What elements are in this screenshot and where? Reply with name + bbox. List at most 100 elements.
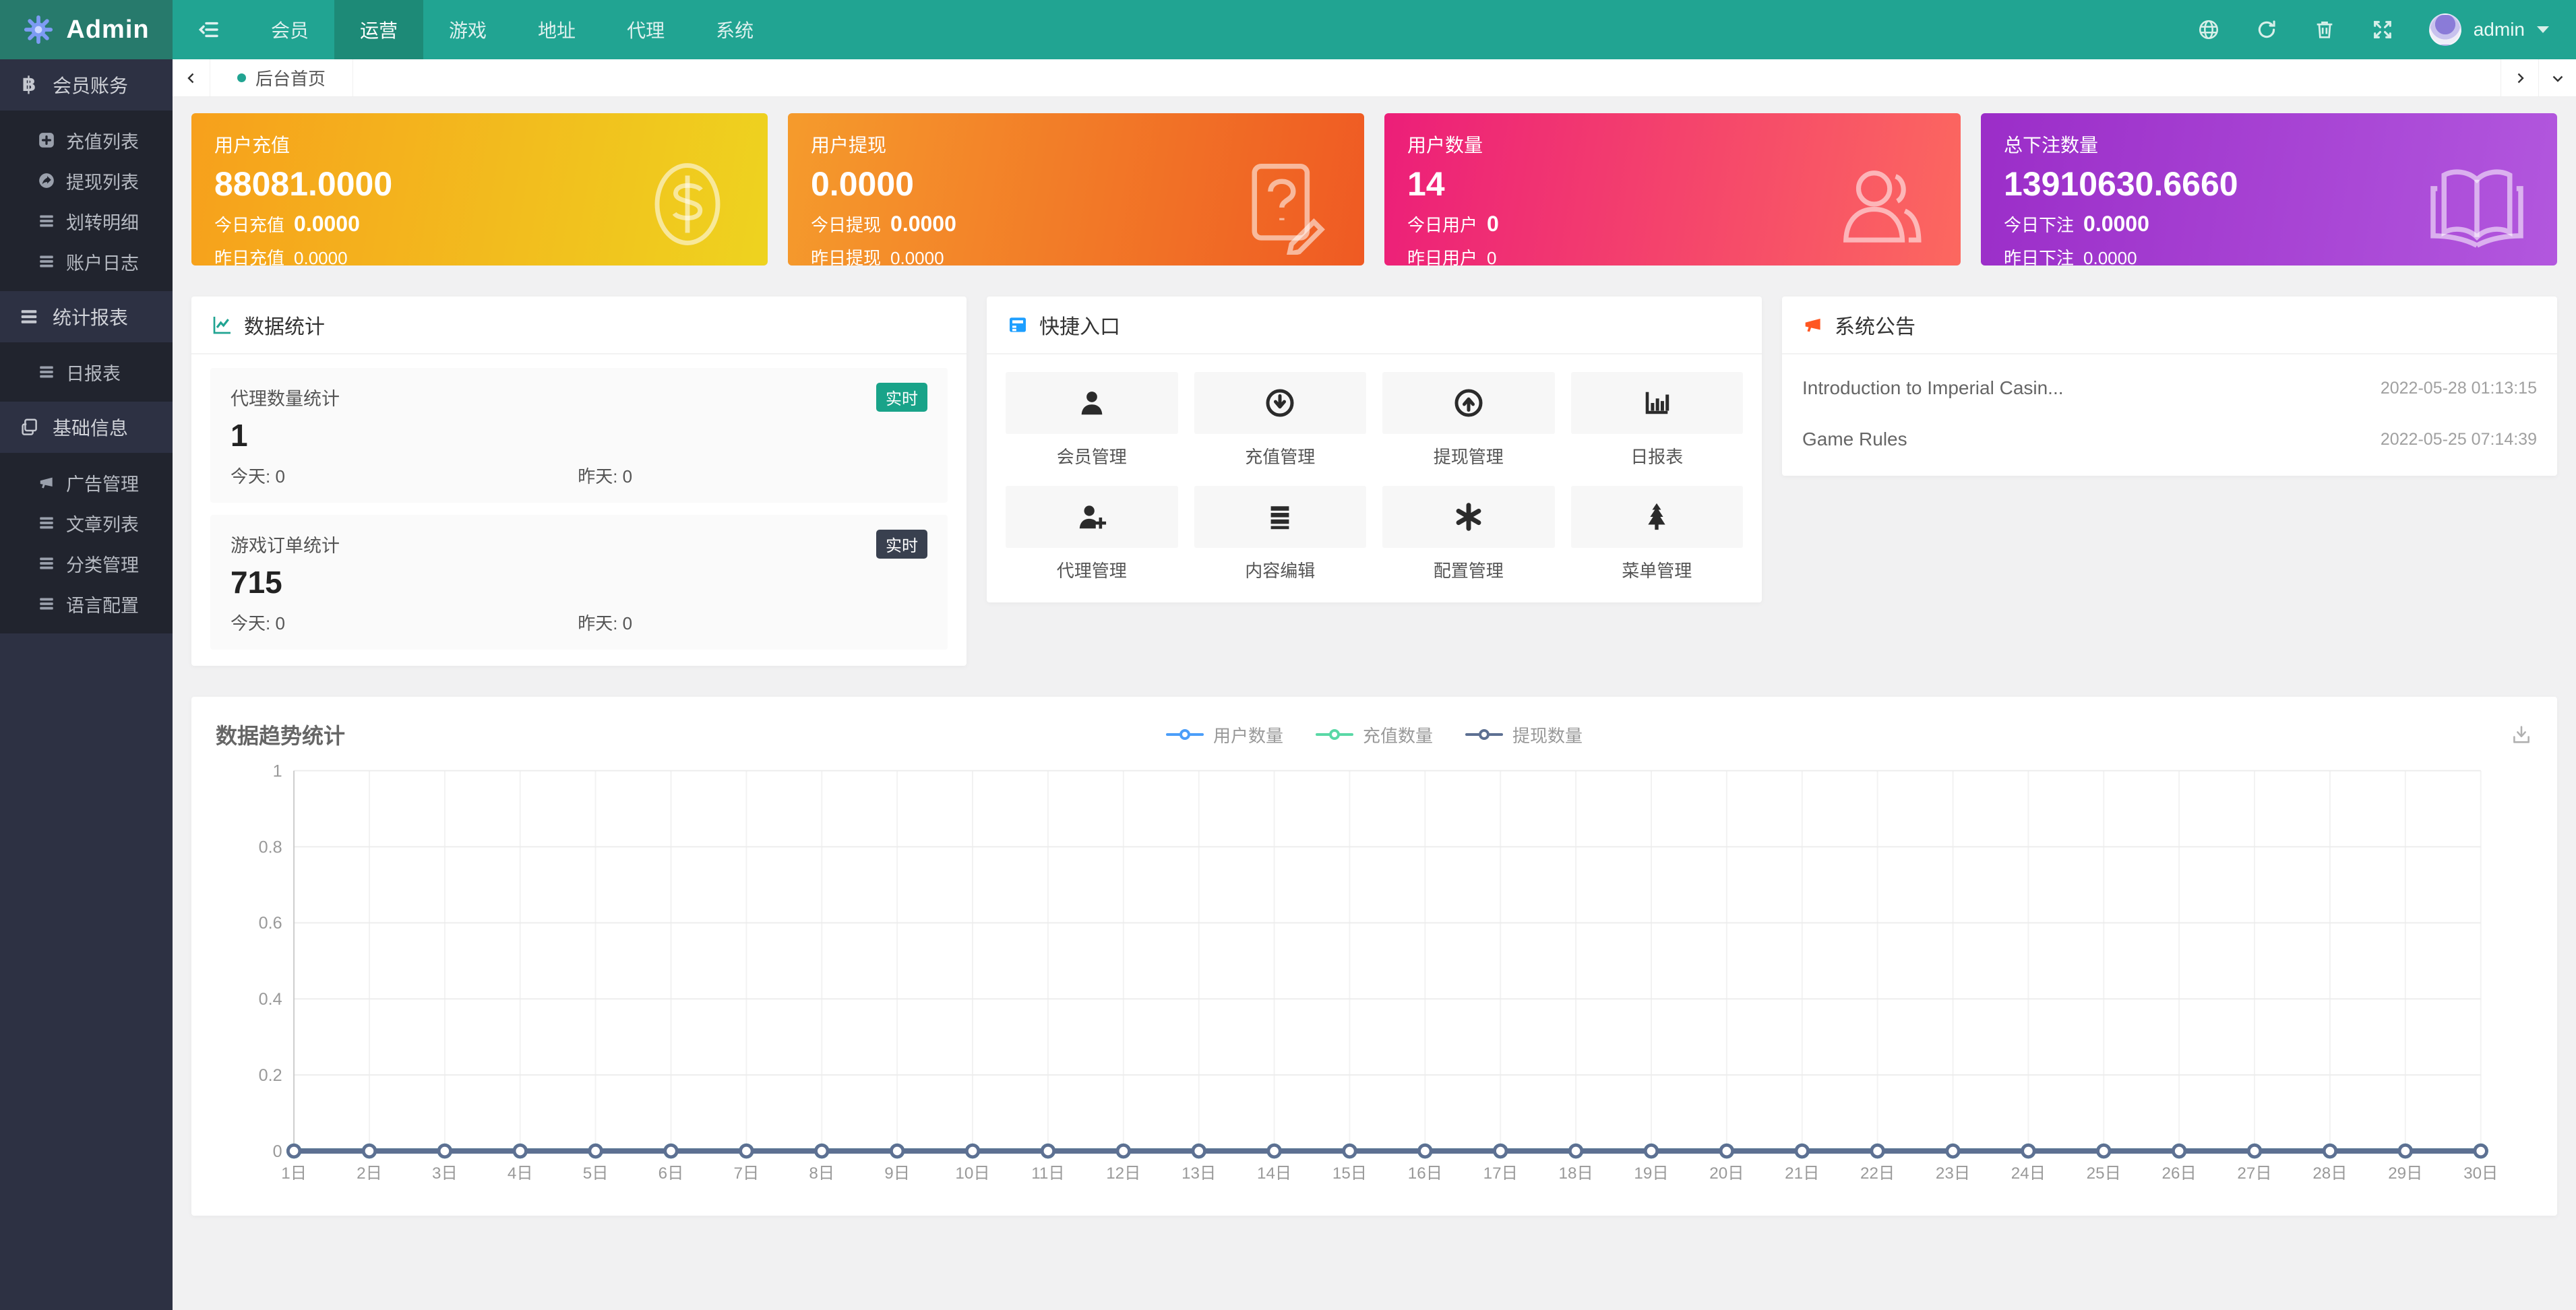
- sidebar-item-label: 充值列表: [66, 127, 139, 154]
- legend-marker: [1465, 733, 1503, 736]
- line-chart-icon: [212, 314, 233, 336]
- announcement-row[interactable]: Introduction to Imperial Casin...2022-05…: [1802, 363, 2537, 414]
- list-icon: [38, 595, 55, 613]
- svg-text:4日: 4日: [508, 1164, 533, 1183]
- sidebar-item-账户日志[interactable]: 账户日志: [0, 241, 173, 282]
- stat-block-代理数量统计: 代理数量统计实时1今天: 0昨天: 0: [210, 368, 948, 503]
- nav-item-会员[interactable]: 会员: [245, 0, 334, 59]
- stat-block-top: 代理数量统计实时: [231, 383, 927, 412]
- sidebar-submenu: 日报表: [0, 342, 173, 402]
- quick-entry-配置管理[interactable]: 配置管理: [1382, 486, 1555, 582]
- announcements-title: 系统公告: [1835, 310, 1915, 340]
- avatar: [2429, 13, 2461, 46]
- nav-item-游戏[interactable]: 游戏: [423, 0, 512, 59]
- globe-icon[interactable]: [2197, 18, 2220, 41]
- circle-down-icon: [1194, 372, 1367, 434]
- trend-line-chart[interactable]: 00.20.40.60.811日2日3日4日5日6日7日8日9日10日11日12…: [216, 764, 2533, 1195]
- stat-card-today-label: 今日充值: [214, 212, 284, 237]
- username: admin: [2474, 19, 2525, 40]
- stat-card-用户数量[interactable]: 用户数量14今日用户0昨日用户0: [1384, 113, 1961, 266]
- quick-entry-内容编辑[interactable]: 内容编辑: [1194, 486, 1367, 582]
- svg-text:0.6: 0.6: [259, 914, 282, 933]
- realtime-badge: 实时: [876, 530, 927, 559]
- legend-item-充值数量[interactable]: 充值数量: [1316, 722, 1433, 747]
- refresh-icon[interactable]: [2255, 18, 2278, 41]
- sidebar-item-语言配置[interactable]: 语言配置: [0, 584, 173, 624]
- brand-name: Admin: [66, 15, 149, 44]
- dollar-icon: [637, 154, 738, 255]
- svg-text:2日: 2日: [357, 1164, 382, 1183]
- trash-icon[interactable]: [2313, 18, 2336, 41]
- user-menu[interactable]: admin: [2429, 13, 2549, 46]
- legend-marker-dot: [1329, 729, 1340, 740]
- quick-entry-提现管理[interactable]: 提现管理: [1382, 372, 1555, 468]
- legend-item-提现数量[interactable]: 提现数量: [1465, 722, 1583, 747]
- svg-text:5日: 5日: [583, 1164, 609, 1183]
- tab-bar: 后台首页: [173, 59, 2576, 97]
- megaphone-icon: [1802, 314, 1824, 336]
- sidebar-section-label: 基础信息: [53, 414, 128, 441]
- sidebar-item-充值列表[interactable]: 充值列表: [0, 120, 173, 160]
- stat-card-today-value: 0.0000: [294, 212, 360, 237]
- nav-item-运营[interactable]: 运营: [334, 0, 423, 59]
- trend-chart-panel: 数据趋势统计 用户数量充值数量提现数量 00.20.40.60.811日2日3日…: [191, 697, 2557, 1216]
- stat-card-用户提现[interactable]: 用户提现0.0000今日提现0.0000昨日提现0.0000: [788, 113, 1364, 266]
- sidebar-section-基础信息[interactable]: 基础信息: [0, 402, 173, 453]
- stat-card-用户充值[interactable]: 用户充值88081.0000今日充值0.0000昨日充值0.0000: [191, 113, 768, 266]
- tab-home[interactable]: 后台首页: [210, 59, 353, 96]
- chart-header: 数据趋势统计 用户数量 充值数量 提现数量: [216, 714, 2533, 755]
- stat-card-总下注数量[interactable]: 总下注数量13910630.6660今日下注0.0000昨日下注0.0000: [1981, 113, 2557, 266]
- announcement-title: Game Rules: [1802, 429, 1907, 450]
- svg-text:6日: 6日: [658, 1164, 684, 1183]
- quick-entry-代理管理[interactable]: 代理管理: [1006, 486, 1178, 582]
- brand-logo[interactable]: Admin: [0, 0, 173, 59]
- svg-text:30日: 30日: [2463, 1164, 2498, 1183]
- nav-item-系统[interactable]: 系统: [690, 0, 779, 59]
- legend-item-用户数量[interactable]: 用户数量: [1166, 722, 1283, 747]
- svg-text:27日: 27日: [2237, 1164, 2271, 1183]
- stat-card-today-value: 0.0000: [2083, 212, 2149, 237]
- tabs-scroll-left-button[interactable]: [173, 59, 210, 96]
- stat-card-yesterday-value: 0.0000: [890, 248, 944, 266]
- quick-entry-会员管理[interactable]: 会员管理: [1006, 372, 1178, 468]
- list-icon: [19, 307, 39, 327]
- sidebar-item-日报表[interactable]: 日报表: [0, 352, 173, 392]
- nav-item-代理[interactable]: 代理: [601, 0, 690, 59]
- quick-entry-充值管理[interactable]: 充值管理: [1194, 372, 1367, 468]
- sidebar-item-label: 文章列表: [66, 510, 139, 536]
- svg-text:3日: 3日: [432, 1164, 458, 1183]
- svg-text:9日: 9日: [884, 1164, 910, 1183]
- announcement-time: 2022-05-28 01:13:15: [2381, 379, 2537, 398]
- data-stats-body: 代理数量统计实时1今天: 0昨天: 0游戏订单统计实时715今天: 0昨天: 0: [191, 354, 967, 666]
- stat-block-value: 1: [231, 417, 927, 454]
- announcement-row[interactable]: Game Rules2022-05-25 07:14:39: [1802, 414, 2537, 465]
- sidebar-section-会员账务[interactable]: ฿会员账务: [0, 59, 173, 111]
- menu-fold-icon[interactable]: [173, 0, 245, 59]
- copy-icon: [19, 417, 39, 437]
- download-icon[interactable]: [2510, 723, 2533, 746]
- top-navbar: Admin 会员运营游戏地址代理系统 admin: [0, 0, 2576, 59]
- quick-entry-菜单管理[interactable]: 菜单管理: [1571, 486, 1744, 582]
- sidebar-item-提现列表[interactable]: 提现列表: [0, 160, 173, 201]
- sidebar-item-分类管理[interactable]: 分类管理: [0, 543, 173, 584]
- legend-label: 用户数量: [1213, 722, 1283, 747]
- legend-label: 充值数量: [1363, 722, 1433, 747]
- quick-entry-日报表[interactable]: 日报表: [1571, 372, 1744, 468]
- active-tab-dot: [237, 73, 246, 82]
- chart-title: 数据趋势统计: [216, 719, 345, 750]
- nav-item-地址[interactable]: 地址: [512, 0, 601, 59]
- list-icon: [38, 253, 55, 270]
- sidebar-item-划转明细[interactable]: 划转明细: [0, 201, 173, 241]
- expand-icon[interactable]: [2371, 18, 2394, 41]
- sidebar-item-文章列表[interactable]: 文章列表: [0, 503, 173, 543]
- svg-text:25日: 25日: [2087, 1164, 2121, 1183]
- list-icon: [38, 363, 55, 381]
- realtime-badge: 实时: [876, 383, 927, 412]
- tabs-menu-button[interactable]: [2538, 59, 2576, 96]
- sidebar-section-统计报表[interactable]: 统计报表: [0, 291, 173, 342]
- sidebar-item-广告管理[interactable]: 广告管理: [0, 462, 173, 503]
- tabs-scroll-right-button[interactable]: [2501, 59, 2538, 96]
- user-icon: [1006, 372, 1178, 434]
- book-icon: [2426, 154, 2527, 255]
- announcements-header: 系统公告: [1782, 297, 2557, 354]
